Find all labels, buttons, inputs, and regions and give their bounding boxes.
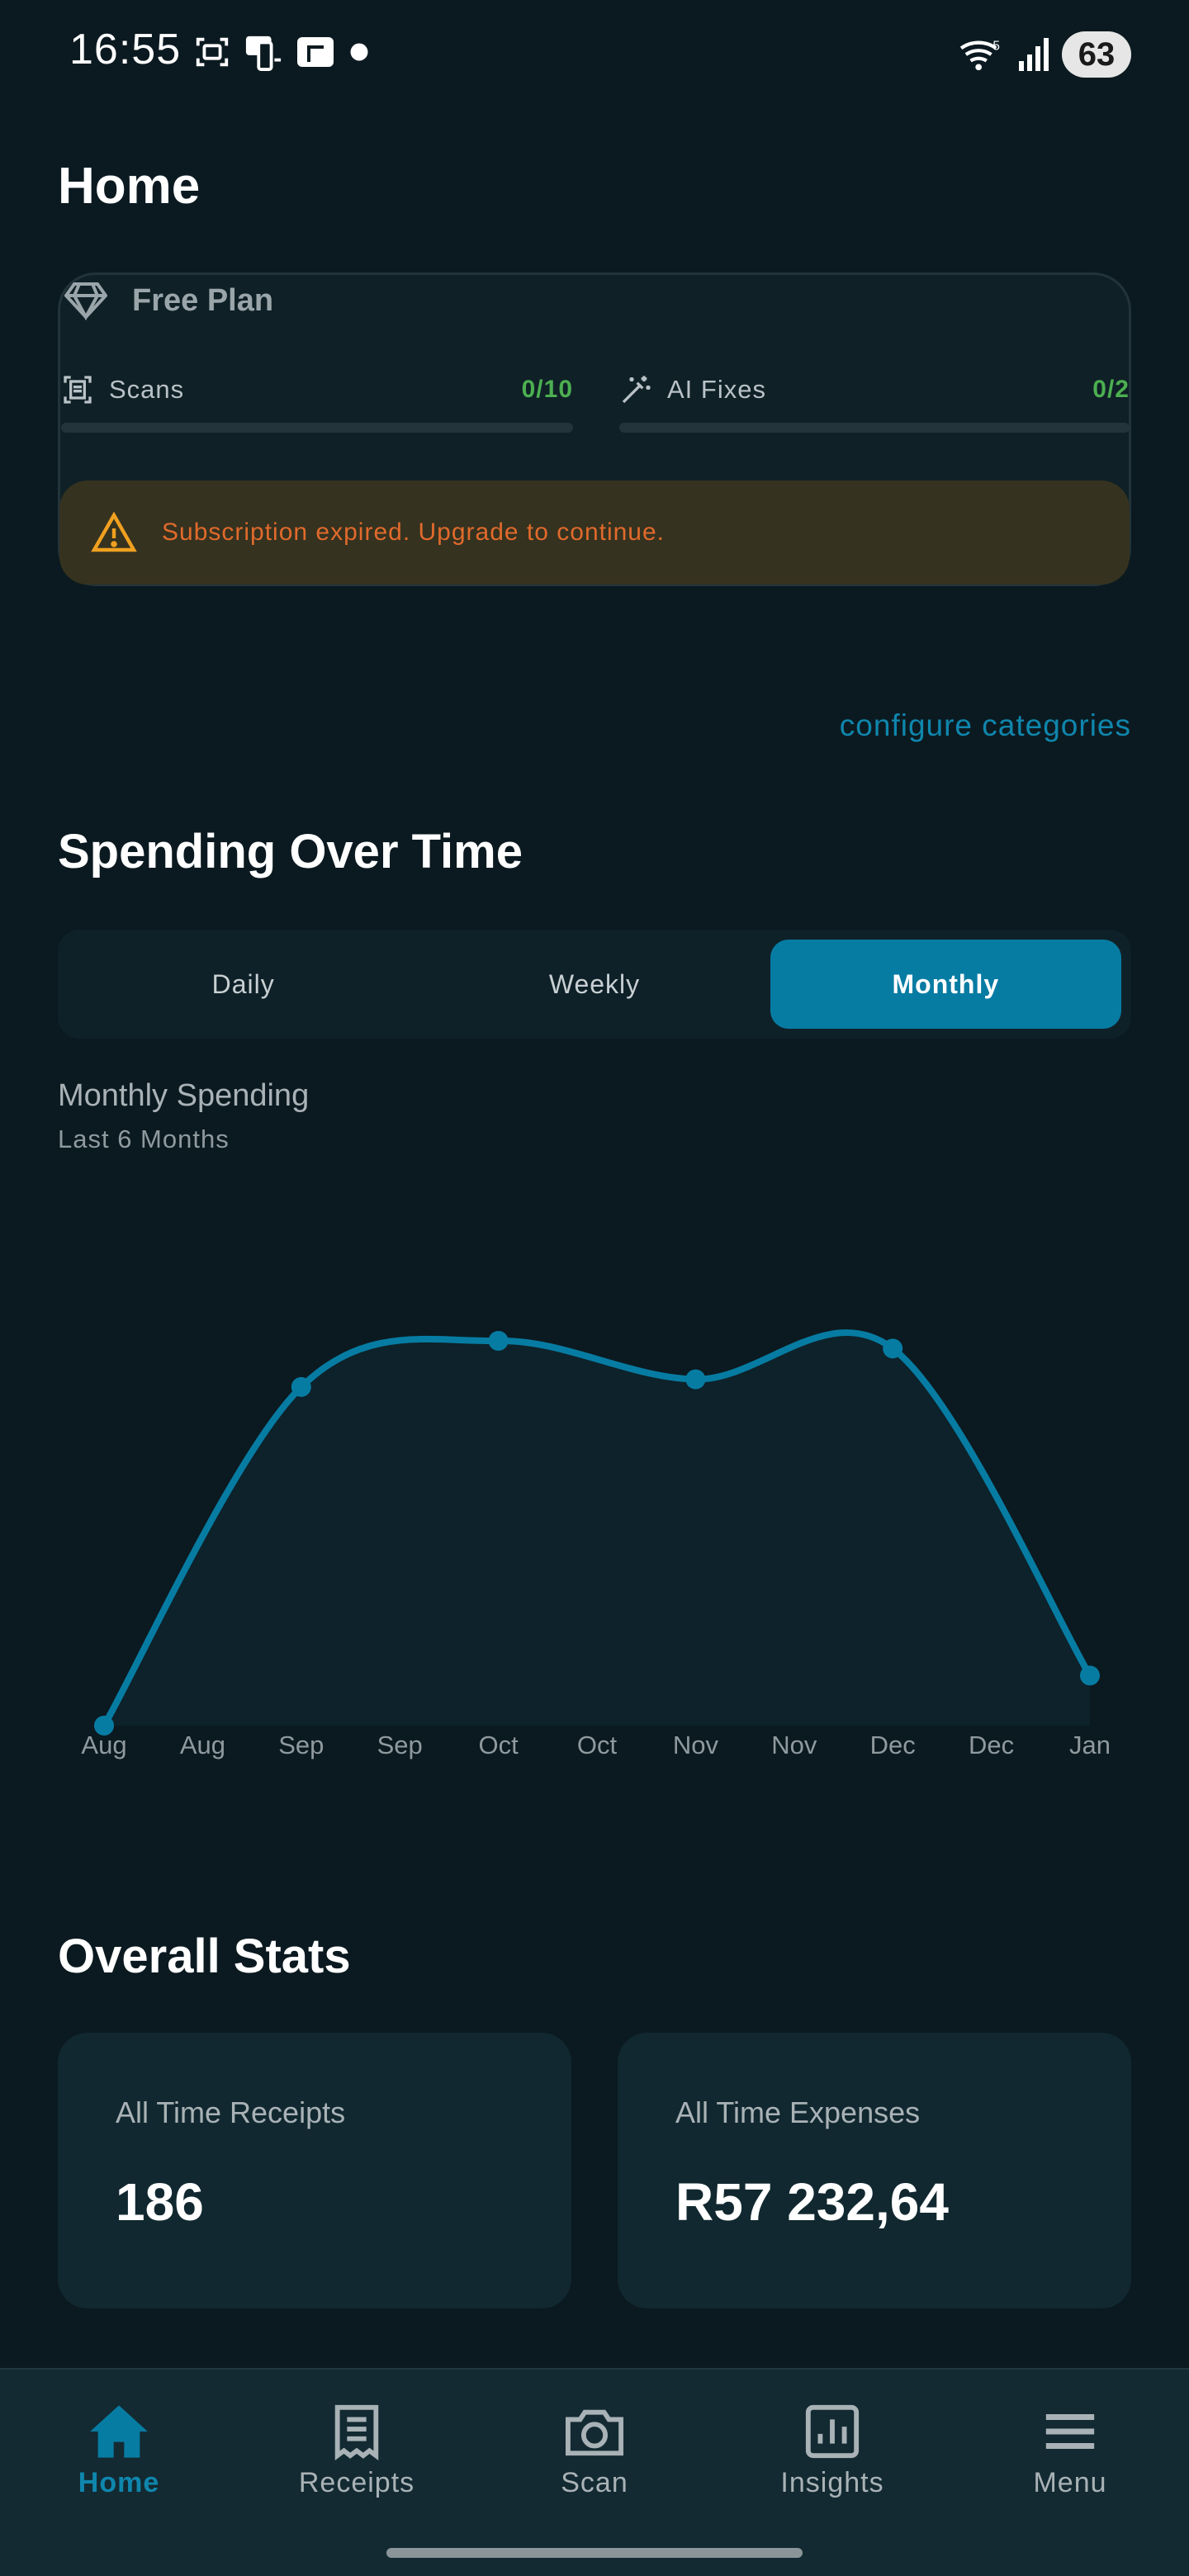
chart-subtitle: Last 6 Months [58,1125,230,1153]
chart-point-jan[interactable] [1080,1665,1100,1686]
x-tick-label: Sep [278,1731,324,1759]
bottom-navigation: Home Receipts Scan Insights Menu [0,2368,1189,2576]
warning-icon [91,512,137,552]
nav-home[interactable]: Home [36,2403,201,2499]
battery-indicator: 63 [1062,31,1131,78]
wifi-icon: 5 [959,39,1000,71]
x-tick-label: Oct [478,1731,519,1759]
scan-document-icon [64,376,92,404]
spending-chart: Aug Aug Sep Sep Oct Oct Nov Nov Dec Dec Jan [81,1329,1111,1759]
x-tick-label: Nov [673,1731,719,1759]
nav-home-label: Home [78,2467,160,2498]
receipts-stat-label: All Time Receipts [116,2095,346,2129]
ai-fixes-progress-track [619,423,1130,433]
expenses-stat-label: All Time Expenses [675,2095,921,2129]
subscription-warning[interactable]: Subscription expired. Upgrade to continu… [59,481,1130,585]
chart-point-sep[interactable] [291,1376,311,1397]
diamond-icon [64,282,107,320]
chart-point-dec[interactable] [883,1338,903,1359]
home-icon [90,2405,148,2458]
ai-fixes-usage-row: AI Fixes 0/2 [619,373,1130,406]
nav-insights-label: Insights [780,2467,884,2498]
x-tick-label: Aug [81,1731,126,1759]
camera-icon [566,2409,623,2456]
chart-point-oct[interactable] [488,1331,509,1351]
nav-menu[interactable]: Menu [988,2403,1153,2499]
scans-count: 0/10 [521,376,573,403]
tab-daily[interactable]: Daily [68,940,419,1029]
warning-text: Subscription expired. Upgrade to continu… [162,519,666,546]
page-title: Home [58,158,201,215]
status-icons-left [193,33,372,71]
nav-receipts-label: Receipts [298,2467,415,2498]
scans-label: Scans [109,375,185,404]
stats-section-title: Overall Stats [58,1930,351,1983]
x-tick-label: Sep [377,1731,423,1759]
scans-progress-track [61,423,573,433]
x-tick-label: Dec [969,1731,1014,1759]
ai-fixes-count: 0/2 [1092,376,1130,403]
home-indicator[interactable] [386,2548,803,2558]
spending-section-title: Spending Over Time [58,825,523,878]
receipts-stat-card[interactable]: All Time Receipts 186 [58,2033,571,2308]
receipts-stat-value: 186 [116,2172,204,2232]
x-tick-label: Dec [870,1731,916,1759]
plan-title: Free Plan [132,282,274,318]
nav-insights[interactable]: Insights [750,2403,915,2499]
tab-monthly[interactable]: Monthly [770,940,1121,1029]
screenshot-icon [196,37,229,67]
tab-weekly[interactable]: Weekly [419,940,770,1029]
x-tick-label: Oct [577,1731,618,1759]
nav-scan[interactable]: Scan [512,2403,677,2499]
notes-icon [297,37,334,67]
status-icons-right: 5 63 [958,31,1131,78]
period-selector: Daily Weekly Monthly [58,930,1131,1039]
expenses-stat-value: R57 232,64 [675,2172,949,2232]
receipt-icon [334,2404,379,2460]
menu-icon [1045,2414,1095,2449]
ai-fixes-label: AI Fixes [667,375,766,404]
dot-icon [350,43,368,61]
configure-categories-link[interactable]: configure categories [840,708,1131,743]
insights-icon [805,2404,860,2459]
signal-icon [1019,38,1049,71]
x-tick-label: Nov [771,1731,817,1759]
magic-wand-icon [622,376,651,404]
chart-title: Monthly Spending [58,1078,310,1113]
nav-menu-label: Menu [1033,2467,1107,2498]
phone-mirror-icon [245,36,282,71]
status-time: 16:55 [69,26,182,73]
scans-usage-row: Scans 0/10 [61,373,573,406]
nav-scan-label: Scan [561,2467,628,2498]
wifi-badge: 5 [992,39,1000,53]
chart-point-nov[interactable] [685,1369,706,1390]
plan-header: Free Plan [64,281,273,320]
nav-receipts[interactable]: Receipts [274,2403,439,2499]
x-tick-label: Jan [1069,1731,1111,1759]
x-tick-label: Aug [180,1731,225,1759]
chart-area-fill [104,1333,1090,1726]
expenses-stat-card[interactable]: All Time Expenses R57 232,64 [618,2033,1131,2308]
